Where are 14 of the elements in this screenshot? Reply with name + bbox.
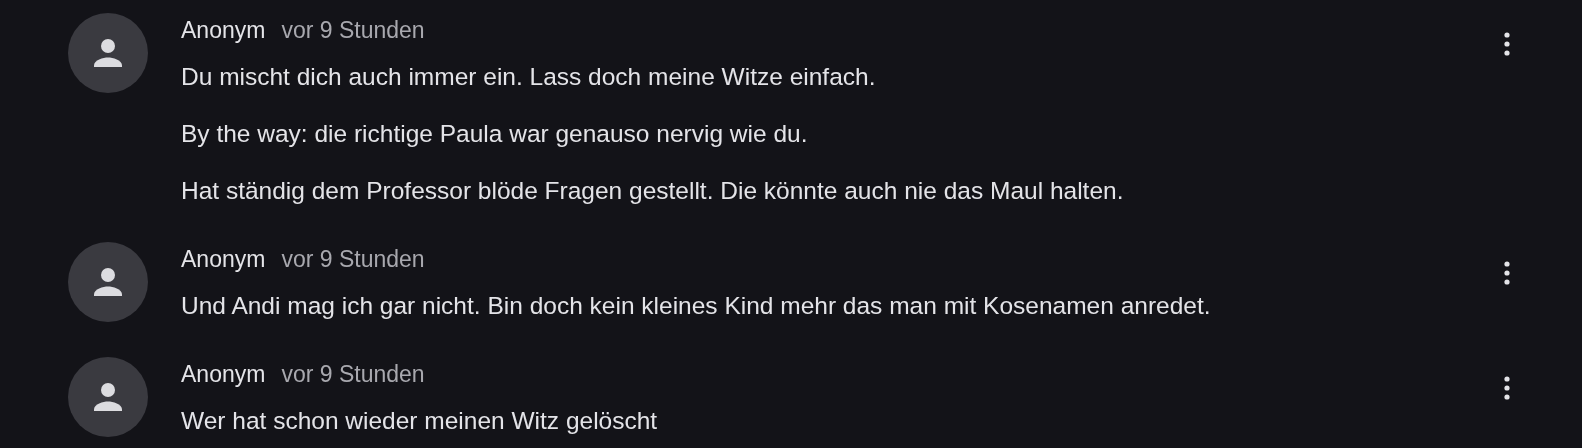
comment-text: Hat ständig dem Professor blöde Fragen gestellt. Die könnte auch nie das Maul halten. — [181, 176, 1125, 206]
more-icon — [1504, 376, 1510, 400]
comment-text: Du mischt dich auch immer ein. Lass doch meine Witze einfach. — [181, 62, 877, 92]
comment-text: Wer hat schon wieder meinen Witz gelöscht — [181, 406, 659, 436]
timestamp: vor 9 Stunden — [281, 16, 425, 44]
more-icon — [1504, 32, 1510, 56]
timestamp: vor 9 Stunden — [281, 245, 425, 273]
author-name: Anonym — [181, 245, 266, 273]
author-name: Anonym — [181, 16, 266, 44]
comment-text: Und Andi mag ich gar nicht. Bin doch kein kleines Kind mehr das man mit Kosenamen anredet. — [181, 291, 1212, 321]
more-icon — [1504, 261, 1510, 285]
comment-text: By the way: die richtige Paula war genauso nervig wie du. — [181, 119, 809, 149]
timestamp: vor 9 Stunden — [281, 360, 425, 388]
author-name: Anonym — [181, 360, 266, 388]
